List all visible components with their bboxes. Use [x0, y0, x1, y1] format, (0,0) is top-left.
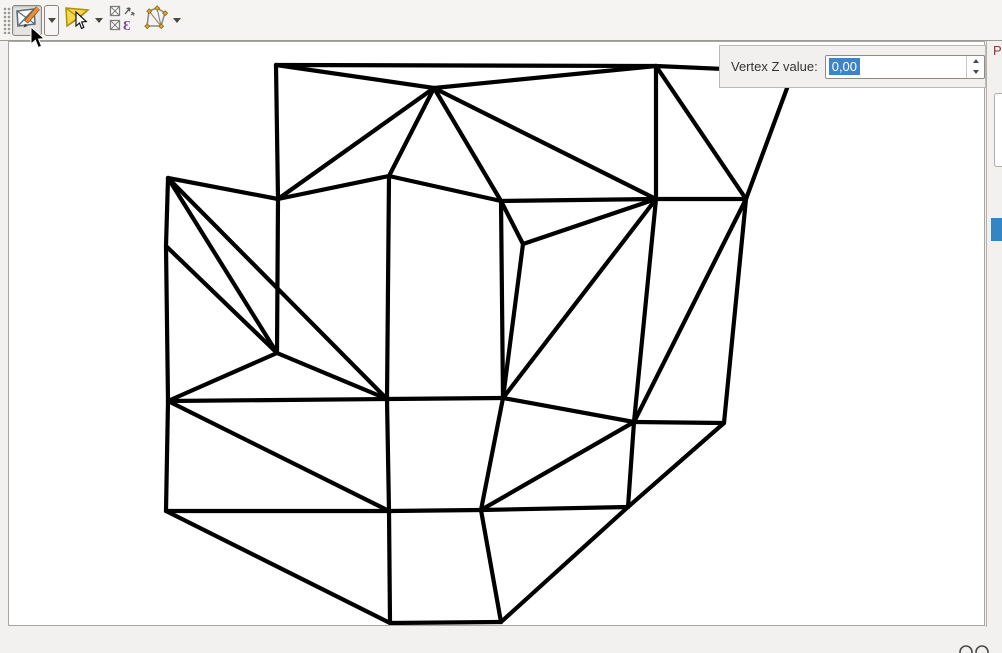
mesh-edge: [168, 353, 277, 401]
mesh-edge: [276, 65, 434, 88]
mesh-edge: [501, 201, 523, 244]
mesh-edge: [501, 507, 628, 622]
mesh-edge: [628, 423, 724, 507]
mesh-edge: [389, 88, 434, 176]
mesh-edge: [277, 199, 278, 353]
map-canvas[interactable]: [8, 41, 985, 626]
mesh-edge: [276, 65, 278, 199]
mesh-select-cursor-icon: [65, 5, 91, 36]
mesh-edge: [634, 422, 724, 423]
chevron-down-icon: [48, 18, 56, 23]
svg-text:Ɛ: Ɛ: [123, 19, 130, 31]
mesh-reindex-icon: Ɛ: [109, 5, 135, 36]
mesh-polygon-icon: [143, 5, 169, 36]
chevron-down-icon: [95, 18, 103, 23]
mesh-edge: [387, 399, 389, 511]
mesh-edge: [481, 398, 503, 510]
mesh-edge: [168, 399, 387, 401]
mesh-layer: [9, 42, 984, 625]
mesh-edge: [389, 510, 481, 511]
mesh-edit-pencil-icon: [14, 5, 40, 36]
mesh-edge: [628, 422, 634, 507]
mesh-edge: [503, 398, 634, 422]
spin-down-icon: [973, 70, 979, 74]
spin-down-button[interactable]: [967, 67, 984, 78]
right-panel-partial-title: P: [993, 43, 1002, 58]
mesh-edge: [390, 622, 501, 623]
select-mesh-dropdown[interactable]: [93, 18, 105, 23]
toolbar-grip-handle[interactable]: [3, 7, 11, 34]
mesh-edge: [277, 353, 387, 399]
right-panel-selection-sliver[interactable]: [991, 218, 1002, 241]
vertex-z-value-spinbox[interactable]: 0,00: [825, 55, 985, 79]
digitize-mesh-button[interactable]: [12, 5, 42, 36]
mesh-edge: [166, 178, 168, 246]
status-bar-strip: [0, 627, 1002, 653]
right-dock-panel-sliver: P: [986, 41, 1002, 627]
vertex-z-value-panel: Vertex Z value: 0,00: [719, 45, 986, 88]
force-by-polygon-dropdown[interactable]: [171, 18, 183, 23]
mesh-edge: [481, 422, 634, 510]
mesh-edge: [746, 72, 793, 199]
right-panel-field-sliver[interactable]: [994, 93, 1002, 167]
digitize-mesh-dropdown[interactable]: [44, 5, 59, 36]
reindex-mesh-button[interactable]: Ɛ: [106, 5, 138, 36]
chevron-down-icon: [173, 18, 181, 23]
digitize-mesh-button-group: [12, 5, 59, 36]
spin-up-icon: [973, 59, 979, 63]
mesh-edge: [501, 199, 656, 201]
mesh-edge: [389, 511, 390, 623]
mesh-edge: [168, 401, 389, 511]
mesh-edge: [166, 511, 390, 623]
vertex-z-value-input[interactable]: 0,00: [829, 58, 860, 75]
mesh-edge: [166, 401, 168, 511]
mesh-edge: [434, 66, 656, 88]
mesh-edge: [503, 199, 656, 398]
mesh-edge: [387, 398, 503, 399]
mesh-edge: [523, 199, 656, 244]
mesh-edge: [276, 65, 656, 66]
spinner-buttons: [966, 56, 984, 78]
spin-up-button[interactable]: [967, 56, 984, 67]
mesh-edge: [481, 507, 628, 510]
mesh-digitizing-toolbar: Ɛ: [0, 0, 1002, 41]
select-mesh-button-group: [62, 5, 106, 36]
select-mesh-button[interactable]: [63, 6, 93, 35]
mesh-edge: [387, 176, 389, 399]
status-icons: [954, 641, 998, 653]
mesh-edge: [389, 176, 501, 201]
force-by-polygon-button-group: [140, 5, 184, 36]
mesh-edge: [501, 201, 503, 398]
mesh-edge: [166, 246, 168, 401]
mesh-edge: [481, 510, 501, 622]
vertex-z-value-label: Vertex Z value:: [731, 59, 818, 74]
force-by-polygon-button[interactable]: [141, 6, 171, 35]
